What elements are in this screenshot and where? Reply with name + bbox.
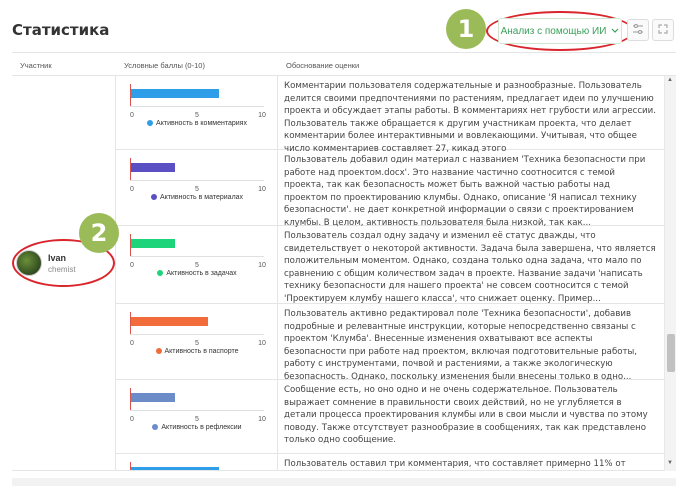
- legend-label: Активность в комментариях: [156, 120, 247, 127]
- axis-tick-label: 10: [258, 262, 266, 269]
- annotation-marker-2: 2: [79, 213, 119, 253]
- chevron-down-icon: [611, 27, 619, 36]
- filter-icon: [632, 23, 644, 37]
- score-chart-cell: 0 5 10 Активность в материалах: [116, 150, 278, 225]
- legend-label: Активность в задачах: [166, 270, 237, 277]
- table-row: 0 5 10 Активность в комментариях Комментарии…: [116, 76, 676, 154]
- chart-axis-x: [130, 334, 264, 335]
- table-row: 0 5 10 Активность в паспорте Пользователь ак…: [116, 304, 676, 382]
- score-bar: [131, 467, 219, 470]
- legend-label: Активность в материалах: [159, 194, 244, 201]
- axis-tick-label: 0: [130, 262, 134, 269]
- score-chart: 0 5 10: [130, 388, 266, 428]
- scroll-down-icon[interactable]: ▼: [667, 460, 673, 466]
- participant-cell: Ivan chemist: [12, 76, 116, 470]
- reason-text: Пользователь активно редактировал поле '…: [284, 309, 638, 382]
- table-row: 0 5 10 Активность в задачах Пользователь соз…: [116, 226, 676, 304]
- column-header-scores: Условные баллы (0-10): [124, 61, 205, 70]
- reason-text: Пользователь добавил один материал с наз…: [284, 155, 646, 228]
- axis-tick-label: 5: [195, 262, 199, 269]
- chart-axis-x: [130, 256, 264, 257]
- score-chart: 0 5 10: [130, 312, 266, 352]
- table-row: Пользователь оставил три комментария, чт…: [116, 454, 676, 470]
- score-chart-cell: 0 5 10 Активность в рефлексии: [116, 380, 278, 453]
- score-bar: [131, 89, 219, 98]
- scroll-up-icon[interactable]: ▲: [667, 77, 673, 83]
- axis-tick-label: 5: [195, 340, 199, 347]
- ai-analysis-button[interactable]: Анализ с помощью ИИ: [498, 18, 622, 44]
- reason-text: Комментарии пользователя содержательные …: [284, 81, 656, 154]
- score-bar: [131, 163, 175, 172]
- legend-dot-icon: [155, 348, 162, 355]
- legend-dot-icon: [152, 424, 159, 431]
- legend-dot-icon: [150, 194, 157, 201]
- reason-text: Пользователь создал одну задачу и измени…: [284, 231, 656, 304]
- scroll-thumb[interactable]: [667, 334, 675, 372]
- page-title: Статистика: [12, 21, 110, 39]
- horizontal-scrollbar[interactable]: [12, 478, 676, 486]
- score-bar: [131, 317, 208, 326]
- expand-icon: [658, 24, 668, 37]
- score-chart-cell: 0 5 10 Активность в задачах: [116, 226, 278, 303]
- axis-tick-label: 0: [130, 340, 134, 347]
- axis-tick-label: 5: [195, 416, 199, 423]
- score-chart-cell: 0 5 10 Активность в комментариях: [116, 76, 278, 149]
- score-chart: 0 5 10: [130, 84, 266, 124]
- score-chart-cell: [116, 454, 278, 470]
- axis-tick-label: 5: [195, 186, 199, 193]
- chart-axis-x: [130, 106, 264, 107]
- chart-legend: Активность в задачах: [116, 270, 278, 277]
- expand-button[interactable]: [652, 19, 674, 41]
- chart-axis-x: [130, 180, 264, 181]
- reason-text: Сообщение есть, но оно одно и не очень с…: [284, 385, 648, 445]
- filter-button[interactable]: [627, 19, 649, 41]
- axis-tick-label: 0: [130, 112, 134, 119]
- axis-tick-label: 0: [130, 416, 134, 423]
- table-header: Участник Условные баллы (0-10) Обоснован…: [12, 52, 676, 76]
- table-row: 0 5 10 Активность в рефлексии Сообщение есть…: [116, 380, 676, 454]
- axis-tick-label: 0: [130, 186, 134, 193]
- scrollbar[interactable]: ▲ ▼: [664, 76, 676, 471]
- axis-tick-label: 5: [195, 112, 199, 119]
- reason-text: Пользователь оставил три комментария, чт…: [284, 459, 626, 469]
- ai-analysis-label: Анализ с помощью ИИ: [500, 25, 607, 37]
- score-chart: [130, 462, 264, 470]
- chart-legend: Активность в комментариях: [116, 120, 278, 127]
- column-header-participant: Участник: [20, 61, 52, 70]
- score-chart: 0 5 10: [130, 158, 266, 198]
- table-row: 0 5 10 Активность в материалах Пользователь …: [116, 150, 676, 228]
- chart-legend: Активность в рефлексии: [116, 424, 278, 431]
- header: Статистика 1 Анализ с помощью ИИ: [0, 0, 690, 52]
- axis-tick-label: 10: [258, 416, 266, 423]
- legend-label: Активность в рефлексии: [161, 424, 242, 431]
- score-bar: [131, 239, 175, 248]
- annotation-marker-1: 1: [446, 9, 486, 49]
- legend-dot-icon: [157, 270, 164, 277]
- chart-legend: Активность в паспорте: [116, 348, 278, 355]
- axis-tick-label: 10: [258, 340, 266, 347]
- score-chart-cell: 0 5 10 Активность в паспорте: [116, 304, 278, 379]
- axis-tick-label: 10: [258, 112, 266, 119]
- chart-legend: Активность в материалах: [116, 194, 278, 201]
- statistics-table: Ivan chemist 0 5 10 Активность в комментари…: [12, 76, 676, 471]
- legend-label: Активность в паспорте: [164, 348, 239, 355]
- score-chart: 0 5 10: [130, 234, 266, 274]
- axis-tick-label: 10: [258, 186, 266, 193]
- column-header-reason: Обоснование оценки: [286, 61, 360, 70]
- score-bar: [131, 393, 175, 402]
- legend-dot-icon: [147, 120, 154, 127]
- chart-axis-x: [130, 410, 264, 411]
